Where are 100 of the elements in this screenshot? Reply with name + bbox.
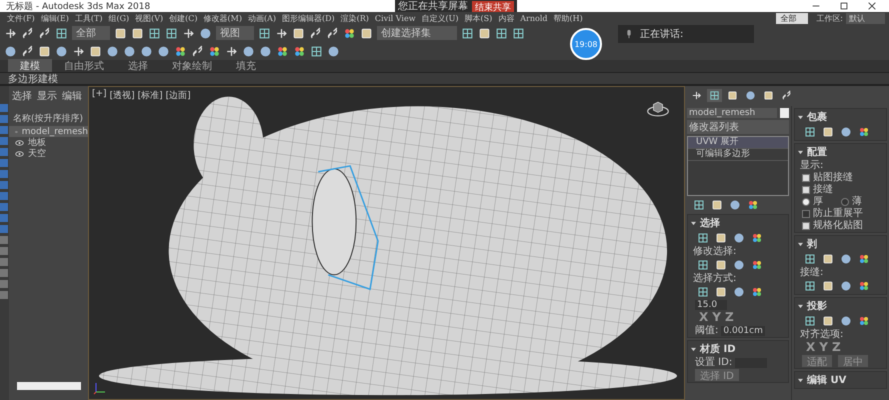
grid-icon[interactable] bbox=[310, 44, 323, 58]
menu-item[interactable]: 帮助(H) bbox=[550, 12, 586, 24]
expand-triangle-icon[interactable] bbox=[798, 242, 803, 246]
spinner-field[interactable]: 0.001cm bbox=[721, 326, 765, 336]
grid-icon[interactable] bbox=[804, 253, 816, 265]
sphere-icon[interactable] bbox=[733, 259, 745, 271]
selection-set-dropdown[interactable]: 创建选择集 bbox=[377, 26, 457, 40]
square-icon[interactable] bbox=[131, 26, 144, 40]
ribbon-tab[interactable]: 建模 bbox=[8, 59, 52, 73]
square-icon[interactable] bbox=[711, 199, 723, 211]
axis-letter-button[interactable]: Y bbox=[712, 311, 721, 324]
grid-icon[interactable] bbox=[258, 26, 271, 40]
grid-icon[interactable] bbox=[697, 232, 709, 244]
menu-item[interactable]: 视图(V) bbox=[132, 12, 166, 24]
grid-icon[interactable] bbox=[55, 26, 68, 40]
grid-icon[interactable] bbox=[804, 126, 816, 138]
link-icon[interactable] bbox=[38, 26, 51, 40]
rollout-title[interactable]: 配置 bbox=[807, 145, 827, 159]
colored-dots-icon[interactable] bbox=[751, 286, 763, 298]
stack-item[interactable]: 可编辑多边形 bbox=[688, 149, 788, 161]
radio-button[interactable] bbox=[841, 198, 849, 206]
move-arrows-icon[interactable] bbox=[275, 26, 288, 40]
menu-item[interactable]: 渲染(R) bbox=[338, 12, 372, 24]
sphere-icon[interactable] bbox=[4, 44, 17, 58]
colored-dots-icon[interactable] bbox=[343, 26, 356, 40]
expand-triangle-icon[interactable] bbox=[798, 150, 803, 154]
square-icon[interactable] bbox=[822, 315, 834, 327]
expand-triangle-icon[interactable] bbox=[798, 378, 803, 382]
menu-item[interactable]: 内容 bbox=[495, 12, 518, 24]
sphere-icon[interactable] bbox=[123, 44, 136, 58]
colored-dots-icon[interactable] bbox=[751, 259, 763, 271]
viewport-label[interactable]: [边面] bbox=[166, 89, 191, 102]
colored-dots-icon[interactable] bbox=[293, 44, 306, 58]
menu-item[interactable]: Civil View bbox=[372, 14, 419, 22]
viewport-label[interactable]: [透视] bbox=[110, 89, 135, 102]
ribbon-tab[interactable]: 对象绘制 bbox=[160, 59, 224, 73]
sphere-icon[interactable] bbox=[733, 232, 745, 244]
ribbon-tab[interactable]: 填充 bbox=[224, 59, 268, 73]
eye-icon[interactable] bbox=[15, 150, 24, 156]
square-icon[interactable] bbox=[478, 26, 491, 40]
sphere-icon[interactable] bbox=[729, 199, 741, 211]
link-icon[interactable] bbox=[21, 44, 34, 58]
square-icon[interactable] bbox=[360, 26, 373, 40]
expand-triangle-icon[interactable] bbox=[798, 114, 803, 120]
square-icon[interactable] bbox=[822, 253, 834, 265]
square-icon[interactable] bbox=[822, 280, 834, 292]
sphere-icon[interactable] bbox=[157, 44, 170, 58]
coordinate-dropdown[interactable]: 视图 bbox=[216, 26, 254, 40]
sphere-icon[interactable] bbox=[840, 126, 852, 138]
grid-icon[interactable] bbox=[495, 26, 508, 40]
colored-dots-icon[interactable] bbox=[858, 126, 870, 138]
sphere-icon[interactable] bbox=[259, 44, 272, 58]
radio-button[interactable] bbox=[802, 198, 810, 206]
explorer-tab[interactable]: 选择 bbox=[12, 89, 32, 101]
axis-letter-button[interactable]: Y bbox=[819, 341, 828, 354]
eye-icon[interactable] bbox=[15, 140, 24, 146]
end-share-button[interactable]: 结束共享 bbox=[472, 0, 514, 12]
rollout-title[interactable]: 剥 bbox=[807, 237, 817, 251]
grid-icon[interactable] bbox=[697, 286, 709, 298]
rollout-title[interactable]: 材质 ID bbox=[700, 342, 736, 356]
filter-dropdown[interactable]: 全部 bbox=[72, 26, 110, 40]
rollout-title[interactable]: 投影 bbox=[807, 299, 827, 313]
explorer-tab[interactable]: 编辑 bbox=[62, 89, 82, 101]
viewport-label[interactable]: [+] bbox=[92, 89, 107, 102]
rollout-title[interactable]: 编辑 UV bbox=[807, 373, 846, 387]
sphere-icon[interactable] bbox=[327, 44, 340, 58]
menu-item[interactable]: 修改器(M) bbox=[200, 12, 245, 24]
grid-icon[interactable] bbox=[165, 26, 178, 40]
checkbox[interactable] bbox=[802, 186, 810, 194]
spinner-field[interactable]: 15.0 bbox=[695, 300, 727, 310]
grid-icon[interactable] bbox=[693, 199, 705, 211]
menu-item[interactable]: 创建(C) bbox=[166, 12, 201, 24]
menu-item[interactable]: 脚本(S) bbox=[462, 12, 496, 24]
move-arrows-icon[interactable] bbox=[225, 44, 238, 58]
colored-dots-icon[interactable] bbox=[751, 232, 763, 244]
menu-item[interactable]: Arnold bbox=[517, 14, 551, 22]
close-icon[interactable] bbox=[867, 1, 877, 11]
grid-icon[interactable] bbox=[461, 26, 474, 40]
expand-triangle-icon[interactable] bbox=[691, 220, 696, 226]
square-icon[interactable] bbox=[292, 26, 305, 40]
axis-letter-button[interactable]: X bbox=[699, 311, 708, 324]
move-arrows-icon[interactable] bbox=[182, 26, 195, 40]
sphere-icon[interactable] bbox=[840, 315, 852, 327]
link-icon[interactable] bbox=[191, 44, 204, 58]
colored-dots-icon[interactable] bbox=[276, 44, 289, 58]
expand-triangle-icon[interactable] bbox=[691, 346, 696, 352]
square-icon[interactable] bbox=[715, 286, 727, 298]
colored-dots-icon[interactable] bbox=[747, 199, 759, 211]
sphere-icon[interactable] bbox=[840, 280, 852, 292]
viewport-label[interactable]: [标准] bbox=[138, 89, 163, 102]
object-name-field[interactable]: model_remesh bbox=[687, 108, 777, 118]
square-icon[interactable] bbox=[89, 44, 102, 58]
view-cube-icon[interactable] bbox=[646, 101, 670, 117]
object-row[interactable]: model_remesh bbox=[9, 126, 88, 137]
menu-item[interactable]: 工具(T) bbox=[72, 12, 106, 24]
stack-item[interactable]: UVW 展开 bbox=[688, 137, 788, 149]
colored-dots-icon[interactable] bbox=[858, 253, 870, 265]
square-icon[interactable] bbox=[38, 44, 51, 58]
object-row[interactable]: 天空 bbox=[9, 148, 88, 159]
grid-icon[interactable] bbox=[804, 280, 816, 292]
